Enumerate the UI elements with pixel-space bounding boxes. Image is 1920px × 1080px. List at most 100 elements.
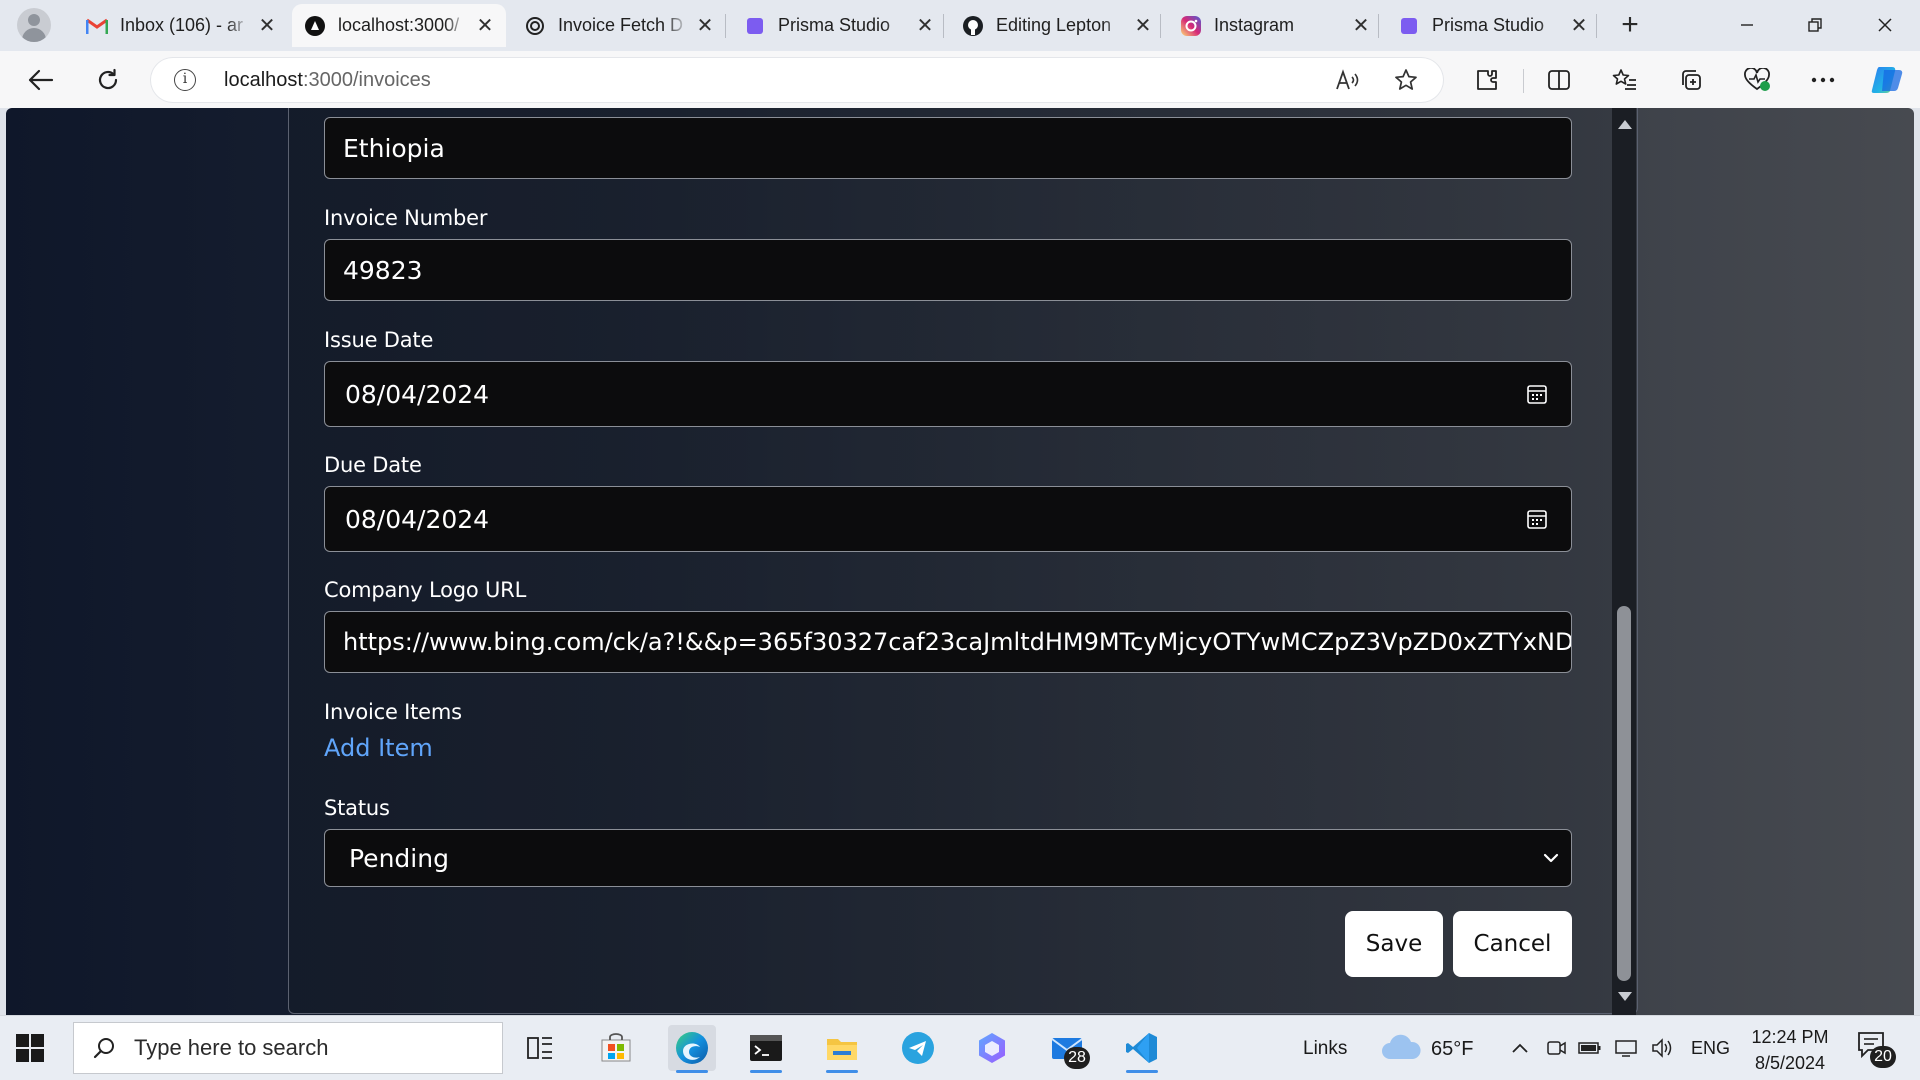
tab-separator xyxy=(725,14,726,38)
copilot-icon[interactable] xyxy=(1868,61,1906,99)
issue-date-value: 08/04/2024 xyxy=(345,379,490,409)
issue-date-field[interactable]: 08/04/2024 xyxy=(324,361,1572,427)
read-aloud-icon[interactable] xyxy=(1334,66,1362,94)
tab-label: Inbox (106) - ar xyxy=(120,15,244,35)
network-icon[interactable] xyxy=(1614,1036,1638,1060)
url-path: :3000/invoices xyxy=(302,69,431,91)
tab-strip: Inbox (106) - ar ✕ localhost:3000/ ✕ Inv… xyxy=(0,0,1920,51)
file-explorer-icon[interactable] xyxy=(818,1025,866,1073)
search-icon xyxy=(93,1038,114,1059)
save-button[interactable]: Save xyxy=(1345,911,1443,977)
task-view-icon[interactable] xyxy=(516,1025,564,1071)
country-field[interactable]: Ethiopia xyxy=(324,117,1572,179)
tab-localhost[interactable]: localhost:3000/ ✕ xyxy=(292,4,506,47)
meet-now-icon[interactable] xyxy=(1544,1036,1568,1060)
system-clock[interactable]: 12:24 PM 8/5/2024 xyxy=(1740,1024,1840,1076)
close-window-icon[interactable] xyxy=(1862,8,1908,42)
edge-browser-icon[interactable] xyxy=(668,1025,716,1073)
app-hexagon-icon[interactable] xyxy=(968,1025,1016,1071)
restore-icon[interactable] xyxy=(1792,8,1838,42)
calendar-icon[interactable] xyxy=(1525,507,1549,531)
clock-time: 12:24 PM xyxy=(1751,1027,1829,1047)
close-tab-icon[interactable]: ✕ xyxy=(694,15,716,37)
scroll-down-arrow-icon[interactable] xyxy=(1618,992,1632,1001)
new-tab-plus-icon[interactable]: + xyxy=(1614,8,1646,41)
tab-separator xyxy=(1160,14,1161,38)
prisma-icon xyxy=(744,15,766,37)
vscode-icon[interactable] xyxy=(1118,1025,1166,1073)
company-logo-url-field[interactable]: https://www.bing.com/ck/a?!&&p=365f30327… xyxy=(324,611,1572,673)
extensions-icon[interactable] xyxy=(1468,61,1506,99)
close-tab-icon[interactable]: ✕ xyxy=(474,15,496,37)
active-app-indicator xyxy=(676,1070,708,1073)
windows-start-icon[interactable] xyxy=(16,1034,44,1062)
close-tab-icon[interactable]: ✕ xyxy=(1132,15,1154,37)
volume-icon[interactable] xyxy=(1650,1036,1674,1060)
taskbar-search-box[interactable]: Type here to search xyxy=(73,1022,503,1074)
battery-icon[interactable] xyxy=(1578,1036,1602,1060)
openai-icon xyxy=(524,15,546,37)
status-value: Pending xyxy=(349,843,449,873)
tab-prisma-studio-2[interactable]: Prisma Studio ✕ xyxy=(1386,4,1600,47)
telegram-icon[interactable] xyxy=(894,1025,942,1071)
notifications-icon[interactable]: 20 xyxy=(1856,1030,1896,1068)
company-logo-url-label: Company Logo URL xyxy=(324,578,527,602)
url-host: localhost xyxy=(224,69,303,91)
running-app-indicator xyxy=(1126,1070,1158,1073)
add-item-link[interactable]: Add Item xyxy=(324,734,433,762)
chevron-up-icon[interactable] xyxy=(1508,1036,1532,1060)
favorite-star-icon[interactable] xyxy=(1392,66,1420,94)
company-logo-url-value: https://www.bing.com/ck/a?!&&p=365f30327… xyxy=(343,628,1571,656)
microsoft-store-icon[interactable] xyxy=(592,1025,640,1071)
tab-label: localhost:3000/ xyxy=(338,15,460,35)
site-info-icon[interactable]: i xyxy=(174,69,196,91)
weather-cloud-icon[interactable] xyxy=(1380,1032,1422,1062)
minimize-icon[interactable] xyxy=(1724,8,1770,42)
calendar-icon[interactable] xyxy=(1525,382,1549,406)
language-indicator[interactable]: ENG xyxy=(1691,1038,1730,1059)
address-bar-row: i localhost:3000/invoices xyxy=(0,51,1920,108)
tab-github-editing[interactable]: Editing Lepton ✕ xyxy=(950,4,1164,47)
weather-temperature[interactable]: 65°F xyxy=(1431,1038,1473,1061)
terminal-icon[interactable] xyxy=(742,1025,790,1073)
tab-prisma-studio[interactable]: Prisma Studio ✕ xyxy=(732,4,946,47)
clock-date: 8/5/2024 xyxy=(1754,1053,1826,1073)
status-label: Status xyxy=(324,796,390,820)
browser-essentials-icon[interactable] xyxy=(1738,61,1776,99)
scrollbar-thumb[interactable] xyxy=(1617,606,1631,981)
address-bar[interactable]: i localhost:3000/invoices xyxy=(150,57,1444,103)
tab-invoice-fetch[interactable]: Invoice Fetch D ✕ xyxy=(512,4,726,47)
tab-separator xyxy=(943,14,944,38)
back-arrow-icon[interactable] xyxy=(22,61,60,99)
invoice-number-field[interactable]: 49823 xyxy=(324,239,1572,301)
collections-icon[interactable] xyxy=(1672,61,1710,99)
gmail-icon xyxy=(86,15,108,37)
tab-instagram[interactable]: Instagram ✕ xyxy=(1168,4,1382,47)
refresh-icon[interactable] xyxy=(89,61,127,99)
tab-label: Prisma Studio xyxy=(1432,15,1545,35)
scroll-up-arrow-icon[interactable] xyxy=(1618,120,1632,129)
page-scrollbar[interactable] xyxy=(1612,108,1636,1015)
running-app-indicator xyxy=(826,1070,858,1073)
status-select[interactable]: Pending xyxy=(324,829,1572,887)
due-date-field[interactable]: 08/04/2024 xyxy=(324,486,1572,552)
mail-badge: 28 xyxy=(1064,1047,1090,1069)
running-app-indicator xyxy=(750,1070,782,1073)
split-screen-icon[interactable] xyxy=(1540,61,1578,99)
invoice-number-value: 49823 xyxy=(343,255,423,285)
address-url[interactable]: localhost:3000/invoices xyxy=(224,69,431,92)
mail-icon[interactable]: 28 xyxy=(1044,1025,1092,1071)
more-options-icon[interactable] xyxy=(1804,61,1842,99)
close-tab-icon[interactable]: ✕ xyxy=(256,15,278,37)
close-tab-icon[interactable]: ✕ xyxy=(1350,15,1372,37)
windows-taskbar: Type here to search 28 Links 65°F ENG 12… xyxy=(0,1015,1920,1080)
tab-gmail[interactable]: Inbox (106) - ar ✕ xyxy=(74,4,288,47)
close-tab-icon[interactable]: ✕ xyxy=(914,15,936,37)
close-tab-icon[interactable]: ✕ xyxy=(1568,15,1590,37)
profile-avatar-icon[interactable] xyxy=(17,8,51,42)
favorites-list-icon[interactable] xyxy=(1606,61,1644,99)
invoice-items-label: Invoice Items xyxy=(324,700,462,724)
cancel-button[interactable]: Cancel xyxy=(1453,911,1572,977)
links-toolbar[interactable]: Links xyxy=(1303,1038,1347,1060)
tab-label: Editing Lepton xyxy=(996,15,1112,35)
